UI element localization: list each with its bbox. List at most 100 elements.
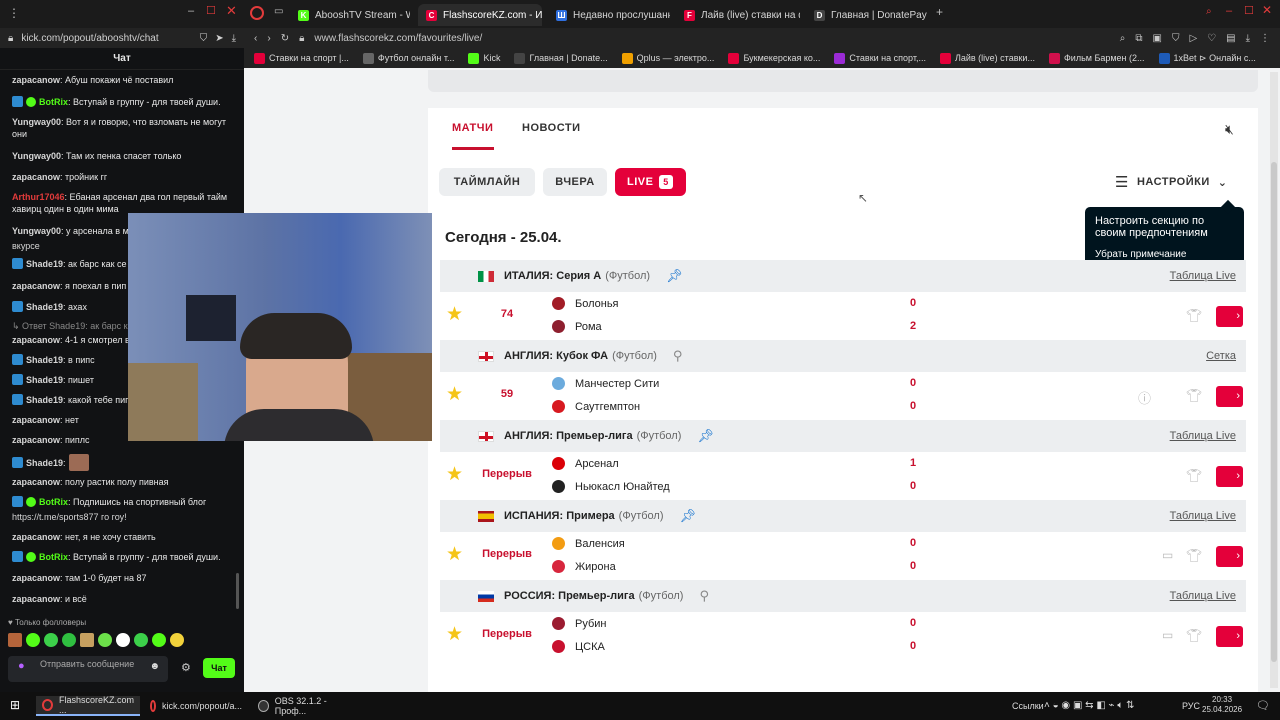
new-tab-icon[interactable]: + — [936, 5, 943, 19]
chat-settings-icon[interactable]: ⚙ — [181, 661, 191, 674]
emote-icon[interactable] — [134, 633, 148, 647]
emoji-icon[interactable]: ☻ — [149, 662, 160, 672]
chat-username[interactable]: Yungway00 — [12, 226, 61, 236]
emote-icon[interactable] — [80, 633, 94, 647]
match-row[interactable]: ★ Перерыв Валенсия Жирона 0 0 ▭ 👕︎ › — [440, 532, 1246, 580]
bookmark-item[interactable]: Фильм Бармен (2... — [1048, 52, 1145, 64]
chat-username[interactable]: zapacanow — [12, 415, 60, 425]
favourite-star-icon[interactable]: ★ — [446, 545, 463, 565]
chat-username[interactable]: Yungway00 — [12, 151, 61, 161]
bookmark-item[interactable]: Лайв (live) ставки... — [939, 52, 1035, 64]
window-close-icon[interactable]: ✕ — [1262, 3, 1272, 17]
sound-muted-icon[interactable]: 🔇︎ — [1225, 121, 1234, 138]
snapshot-icon[interactable]: ▣ — [1153, 33, 1162, 44]
taskbar-app-kick[interactable]: kick.com/popout/a... — [144, 696, 248, 716]
lineup-shirt-icon[interactable]: 👕︎ — [1186, 388, 1203, 404]
menu-icon[interactable]: ⋮ — [1260, 33, 1270, 44]
chat-username[interactable]: BotRix — [39, 497, 68, 507]
filter-live[interactable]: LIVE 5 — [615, 168, 686, 196]
chat-username[interactable]: zapacanow — [12, 477, 60, 487]
league-link[interactable]: Сетка — [1206, 350, 1236, 362]
tab-matches[interactable]: МАТЧИ — [452, 122, 493, 134]
league-link[interactable]: Таблица Live — [1170, 590, 1236, 602]
emote-icon[interactable] — [152, 633, 166, 647]
reload-icon[interactable]: ↻ — [281, 33, 289, 44]
browser-tab[interactable]: Ш Недавно прослушанные — [548, 4, 670, 26]
match-row[interactable]: ★ Перерыв Рубин ЦСКА 0 0 ▭ 👕︎ › — [440, 612, 1246, 660]
zoom-icon[interactable]: ⌕ — [1120, 33, 1126, 44]
chat-username[interactable]: Shade19 — [26, 395, 63, 405]
pin-filled-icon[interactable]: 📌︎ — [680, 508, 697, 524]
lineup-shirt-icon[interactable]: 👕︎ — [1186, 468, 1203, 484]
league-link[interactable]: Таблица Live — [1170, 270, 1236, 282]
chat-username[interactable]: zapacanow — [12, 75, 60, 85]
links-toolbar-label[interactable]: Ссылки — [1012, 701, 1044, 711]
league-header[interactable]: АНГЛИЯ: Премьер-лига (Футбол) 📌︎ Таблица Li… — [440, 420, 1246, 452]
window-maximize-icon[interactable]: ☐ — [1244, 4, 1254, 17]
favourite-star-icon[interactable]: ★ — [446, 465, 463, 485]
extensions-icon[interactable]: ⧉ — [1135, 33, 1142, 44]
windows-start-icon[interactable]: ⊞ — [10, 698, 20, 712]
clock[interactable]: 20:33 25.04.2026 — [1202, 695, 1242, 715]
chat-username[interactable]: zapacanow — [12, 594, 60, 604]
pin-outline-icon[interactable]: ⚲ — [673, 348, 683, 364]
emote-icon[interactable] — [170, 633, 184, 647]
match-details-arrow-icon[interactable]: › — [1216, 626, 1243, 647]
forward-icon[interactable]: › — [267, 33, 270, 44]
chat-username[interactable]: Shade19 — [26, 375, 63, 385]
favourite-star-icon[interactable]: ★ — [446, 625, 463, 645]
league-header[interactable]: ИТАЛИЯ: Серия А (Футбол) 📌︎ Таблица Live — [440, 260, 1246, 292]
sidebar-menu-icon[interactable]: ⋮ — [8, 6, 20, 20]
match-row[interactable]: ★ 59 Манчестер Сити Саутгемптон 0 0 ⓘ 👕︎ › — [440, 372, 1246, 420]
league-link[interactable]: Таблица Live — [1170, 510, 1236, 522]
send-icon[interactable]: ➤ — [215, 33, 223, 44]
emote-icon[interactable] — [26, 633, 40, 647]
league-header[interactable]: АНГЛИЯ: Кубок ФА (Футбол) ⚲ Сетка — [440, 340, 1246, 372]
chat-username[interactable]: BotRix — [39, 552, 68, 562]
league-link[interactable]: Таблица Live — [1170, 430, 1236, 442]
chat-username[interactable]: zapacanow — [12, 532, 60, 542]
favourite-star-icon[interactable]: ★ — [446, 305, 463, 325]
emote-icon[interactable] — [98, 633, 112, 647]
heart-icon[interactable]: ♡ — [1207, 33, 1216, 44]
chat-popout-url[interactable]: kick.com/popout/abooshtv/chat — [21, 33, 191, 44]
favourite-star-icon[interactable]: ★ — [446, 385, 463, 405]
league-header[interactable]: ИСПАНИЯ: Примера (Футбол) 📌︎ Таблица Live — [440, 500, 1246, 532]
taskbar-app-obs[interactable]: OBS 32.1.2 - Проф... — [252, 696, 356, 716]
match-details-arrow-icon[interactable]: › — [1216, 306, 1243, 327]
notifications-icon[interactable]: 🗨︎ — [1256, 699, 1270, 712]
emote-icon[interactable] — [116, 633, 130, 647]
bookmark-item[interactable]: Ставки на спорт |... — [254, 52, 349, 64]
pin-filled-icon[interactable]: 📌︎ — [697, 428, 714, 444]
chat-username[interactable]: Shade19 — [26, 458, 63, 468]
match-details-arrow-icon[interactable]: › — [1216, 466, 1243, 487]
browser-tab[interactable]: K AbooshTV Stream - Watch — [290, 4, 410, 26]
downloads-icon[interactable]: ⤓ — [1246, 33, 1250, 44]
url-field[interactable]: www.flashscorekz.com/favourites/live/ — [314, 33, 1109, 44]
match-details-arrow-icon[interactable]: › — [1216, 386, 1243, 407]
chat-username[interactable]: Shade19 — [26, 355, 63, 365]
filter-yesterday[interactable]: ВЧЕРА — [543, 168, 607, 196]
info-icon[interactable]: ⓘ — [1138, 388, 1151, 407]
settings-button[interactable]: ☰ НАСТРОЙКИ ⌄ — [1115, 173, 1227, 191]
page-scrollbar-thumb[interactable] — [1271, 162, 1277, 662]
bookmark-item[interactable]: Qplus — электро... — [621, 52, 714, 64]
match-row[interactable]: ★ 74 Болонья Рома 0 2 👕︎ › — [440, 292, 1246, 340]
chat-username[interactable]: Yungway00 — [12, 117, 61, 127]
chat-scrollbar[interactable] — [236, 573, 239, 609]
chat-username[interactable]: zapacanow — [12, 335, 60, 345]
input-language[interactable]: РУС — [1182, 701, 1200, 711]
bookmark-item[interactable]: Главная | Donate... — [514, 52, 608, 64]
emote-bar[interactable] — [8, 633, 184, 647]
emote-icon[interactable] — [8, 633, 22, 647]
chat-username[interactable]: zapacanow — [12, 435, 60, 445]
maximize-icon[interactable]: ☐ — [206, 4, 216, 17]
browser-tab[interactable]: C FlashscoreKZ.com - Избр — [418, 4, 542, 26]
match-row[interactable]: ★ Перерыв Арсенал Ньюкасл Юнайтед 1 0 👕︎ › — [440, 452, 1246, 500]
emote-icon[interactable] — [62, 633, 76, 647]
tv-icon[interactable]: ▭ — [1162, 628, 1173, 642]
emote-icon[interactable] — [44, 633, 58, 647]
page-scrollbar-track[interactable] — [1270, 72, 1278, 688]
shield-icon[interactable]: ⛉ — [200, 33, 208, 44]
browser-tab[interactable]: F Лайв (live) ставки на фут — [676, 4, 800, 26]
